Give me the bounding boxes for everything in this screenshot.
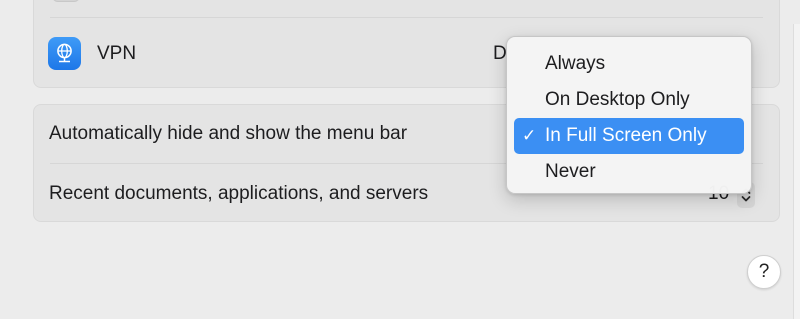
menu-item-label: In Full Screen Only (545, 125, 707, 146)
menu-item-never[interactable]: Never (514, 154, 744, 190)
menu-bar-visibility-popup-menu: Always On Desktop Only ✓ In Full Screen … (506, 36, 752, 194)
scrollbar[interactable] (793, 24, 800, 319)
menu-item-always[interactable]: Always (514, 46, 744, 82)
help-button[interactable]: ? (747, 255, 781, 289)
menu-item-on-desktop-only[interactable]: On Desktop Only (514, 82, 744, 118)
menu-item-label: Never (545, 161, 596, 182)
menu-item-label: On Desktop Only (545, 89, 690, 110)
auto-hide-menu-bar-label: Automatically hide and show the menu bar (49, 123, 408, 144)
row-separator (50, 17, 763, 18)
vpn-globe-icon (48, 37, 81, 70)
menu-item-label: Always (545, 53, 606, 74)
checkmark-icon: ✓ (522, 126, 537, 145)
vpn-value-popup[interactable]: D (493, 43, 507, 65)
recent-items-label: Recent documents, applications, and serv… (49, 183, 429, 204)
menu-item-in-full-screen-only[interactable]: ✓ In Full Screen Only (514, 118, 744, 154)
vpn-label: VPN (97, 43, 137, 64)
previous-row-toggle[interactable] (52, 0, 80, 2)
